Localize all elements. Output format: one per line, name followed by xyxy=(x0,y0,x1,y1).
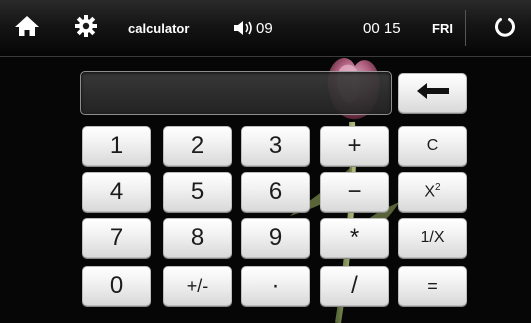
key-label: 8 xyxy=(190,224,205,251)
key-label: 1 xyxy=(109,132,124,159)
key-label: · xyxy=(271,272,280,299)
key-label: 4 xyxy=(109,178,124,205)
home-icon xyxy=(14,14,40,43)
key-square-exponent: 2 xyxy=(435,182,441,194)
power-button[interactable] xyxy=(493,0,523,56)
key-label: C xyxy=(426,137,439,154)
key-3[interactable]: 3 xyxy=(241,126,310,166)
status-bar: calculator 09 00 15 FRI xyxy=(0,0,531,57)
key-label: 1/X xyxy=(420,229,445,246)
key-0[interactable]: 0 xyxy=(82,266,151,306)
calculator-screen: calculator 09 00 15 FRI 1 2 3 + C 4 5 6 … xyxy=(0,0,531,323)
key-clear[interactable]: C xyxy=(398,126,467,166)
key-label: = xyxy=(427,275,438,296)
key-negate[interactable]: +/- xyxy=(163,266,232,306)
key-reciprocal[interactable]: 1/X xyxy=(398,218,467,258)
clock-time: 00 15 xyxy=(363,19,401,37)
key-8[interactable]: 8 xyxy=(163,218,232,258)
backspace-arrow-icon xyxy=(416,82,450,105)
day-of-week: FRI xyxy=(432,20,453,36)
home-button[interactable] xyxy=(14,0,44,56)
volume-indicator[interactable]: 09 xyxy=(232,0,273,56)
key-6[interactable]: 6 xyxy=(241,172,310,212)
speaker-icon xyxy=(232,19,254,37)
gear-icon xyxy=(74,14,98,43)
key-plus[interactable]: + xyxy=(320,126,389,166)
key-label: 6 xyxy=(268,178,283,205)
key-label: +/- xyxy=(186,275,209,296)
backspace-button[interactable] xyxy=(398,73,467,113)
status-divider xyxy=(465,10,466,46)
volume-level: 09 xyxy=(256,19,273,37)
settings-button[interactable] xyxy=(74,0,104,56)
key-label: 7 xyxy=(109,224,124,251)
key-7[interactable]: 7 xyxy=(82,218,151,258)
key-label: X2 xyxy=(424,182,440,201)
key-label: / xyxy=(351,272,358,299)
power-icon xyxy=(493,14,517,43)
key-label: 5 xyxy=(190,178,205,205)
key-minus[interactable]: − xyxy=(320,172,389,212)
key-2[interactable]: 2 xyxy=(163,126,232,166)
key-label: 0 xyxy=(109,272,124,299)
key-equals[interactable]: = xyxy=(398,266,467,306)
key-label: 9 xyxy=(268,224,283,251)
key-label: * xyxy=(349,224,360,251)
key-divide[interactable]: / xyxy=(320,266,389,306)
key-9[interactable]: 9 xyxy=(241,218,310,258)
key-label: 2 xyxy=(190,132,205,159)
key-5[interactable]: 5 xyxy=(163,172,232,212)
key-1[interactable]: 1 xyxy=(82,126,151,166)
key-4[interactable]: 4 xyxy=(82,172,151,212)
key-label: + xyxy=(347,132,362,159)
key-label: 3 xyxy=(268,132,283,159)
app-title: calculator xyxy=(128,20,190,36)
key-square[interactable]: X2 xyxy=(398,172,467,212)
calculator-display xyxy=(80,71,392,115)
key-decimal[interactable]: · xyxy=(241,266,310,306)
key-square-base: X xyxy=(424,183,436,201)
key-label: − xyxy=(347,178,362,205)
key-multiply[interactable]: * xyxy=(320,218,389,258)
